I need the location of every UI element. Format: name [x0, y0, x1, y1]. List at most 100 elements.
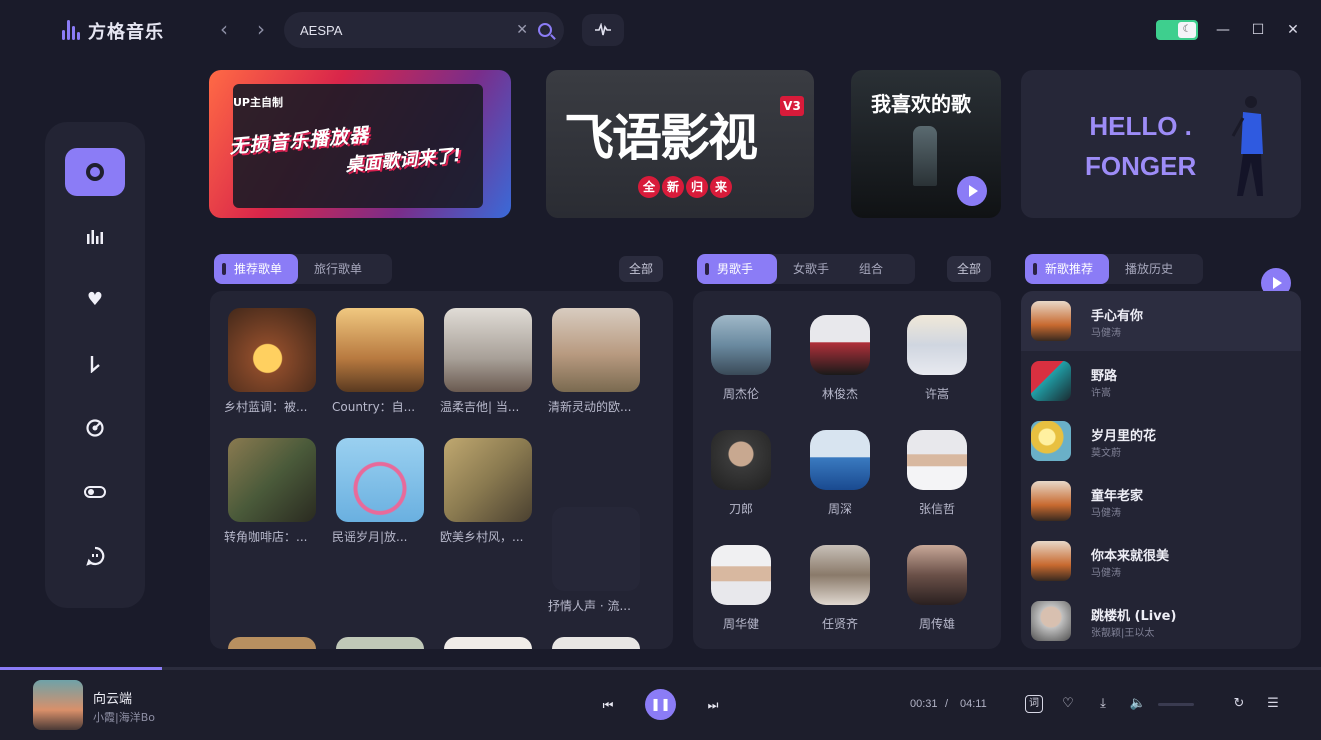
song-row[interactable]: 岁月里的花 莫文蔚 — [1021, 411, 1301, 471]
banner-subtitle: 全 新 归 来 — [638, 176, 732, 198]
now-playing-cover[interactable] — [33, 680, 83, 730]
song-row[interactable]: 野路 许嵩 — [1021, 351, 1301, 411]
singer-card[interactable]: 许嵩 — [897, 315, 977, 402]
singer-avatar — [907, 430, 967, 490]
playlist-cover — [552, 507, 640, 591]
banner-player[interactable]: UP主自制 无损音乐播放器 桌面歌词来了! — [209, 70, 511, 218]
singer-card[interactable]: 周传雄 — [897, 545, 977, 632]
playlist-card[interactable]: 欧美乡村风，... — [440, 438, 532, 545]
singer-card[interactable]: 周深 — [800, 430, 880, 517]
singer-card[interactable]: 任贤齐 — [800, 545, 880, 632]
tab-recommended-playlists[interactable]: 推荐歌单 — [214, 254, 299, 284]
song-artist: 张靓颖|王以太 — [1091, 628, 1155, 639]
playlist-card[interactable] — [552, 637, 640, 649]
banner-hello[interactable]: HELLO . FONGER — [1021, 70, 1301, 218]
next-icon[interactable]: ⏭ — [704, 696, 722, 714]
tab-male-singers[interactable]: 男歌手 — [697, 254, 777, 284]
playlist-cover — [228, 438, 316, 522]
playlist-cover — [228, 308, 316, 392]
progress-fill — [0, 667, 163, 670]
sidebar-item-charts[interactable] — [65, 212, 125, 260]
song-title: 你本来就很美 — [1091, 549, 1170, 564]
singers-all-button[interactable]: 全部 — [947, 256, 992, 282]
song-cover — [1031, 481, 1071, 521]
song-artist: 马健涛 — [1091, 568, 1121, 579]
singer-name: 周传雄 — [918, 617, 955, 631]
singer-card[interactable]: 林俊杰 — [800, 315, 880, 402]
search-bar: ✕ — [284, 12, 564, 48]
playlist-card[interactable]: 温柔吉他| 当... — [440, 308, 532, 415]
sidebar-item-radio[interactable] — [65, 404, 125, 452]
volume-slider[interactable] — [1158, 703, 1194, 706]
song-cover — [1031, 361, 1071, 401]
pulse-icon — [595, 23, 611, 36]
playlist-card[interactable]: 抒情人声 · 流... — [548, 507, 640, 614]
close-icon[interactable]: ✕ — [1281, 18, 1305, 42]
sidebar-item-discover[interactable] — [65, 148, 125, 196]
singer-card[interactable]: 刀郎 — [701, 430, 781, 517]
playlist-name: 清新灵动的欧... — [548, 400, 632, 414]
playlists-all-button[interactable]: 全部 — [619, 256, 664, 282]
listen-recognize-button[interactable] — [582, 14, 624, 46]
sidebar-item-downloads[interactable] — [65, 340, 125, 388]
heart-icon[interactable]: ♡ — [1059, 695, 1077, 713]
playlist-card[interactable]: 民谣岁月|放... — [332, 438, 424, 545]
search-icon[interactable] — [538, 23, 552, 37]
toggle-icon — [84, 486, 106, 498]
song-row[interactable]: 手心有你 马健涛 — [1021, 291, 1301, 351]
sidebar-item-favorites[interactable]: ♥ — [65, 276, 125, 324]
playlist-card[interactable]: 乡村蓝调：被... — [224, 308, 316, 415]
playlist-card[interactable] — [444, 637, 532, 649]
playlist-cover — [336, 308, 424, 392]
sidebar-item-settings[interactable] — [65, 468, 125, 516]
banner-liked-songs[interactable]: 我喜欢的歌 — [851, 70, 1001, 218]
maximize-icon[interactable]: ☐ — [1246, 18, 1270, 42]
theme-toggle[interactable]: ☾ — [1156, 20, 1198, 40]
playlist-cover — [228, 637, 316, 649]
app-name: 方格音乐 — [88, 22, 164, 43]
loop-icon[interactable]: ↻ — [1230, 695, 1248, 713]
song-title: 童年老家 — [1091, 489, 1144, 504]
playlist-name: 民谣岁月|放... — [332, 530, 408, 544]
previous-icon[interactable]: ⏮ — [599, 696, 617, 714]
clear-icon[interactable]: ✕ — [516, 22, 528, 38]
volume-icon[interactable]: 🔈 — [1129, 695, 1147, 713]
playlist-card[interactable]: Country：自... — [332, 308, 424, 415]
minimize-icon[interactable]: — — [1211, 18, 1235, 42]
playlist-cover — [444, 438, 532, 522]
singer-card[interactable]: 张信哲 — [897, 430, 977, 517]
song-row[interactable]: 你本来就很美 马健涛 — [1021, 531, 1301, 591]
tab-groups[interactable]: 组合 — [845, 254, 897, 284]
song-row[interactable]: 跳楼机 (Live) 张靓颖|王以太 — [1021, 591, 1301, 649]
tab-travel-playlists[interactable]: 旅行歌单 — [298, 254, 378, 284]
play-button[interactable] — [957, 176, 987, 206]
playlist-cover — [444, 308, 532, 392]
song-title: 手心有你 — [1091, 309, 1144, 324]
tab-play-history[interactable]: 播放历史 — [1109, 254, 1189, 284]
singer-card[interactable]: 周华健 — [701, 545, 781, 632]
sidebar-item-about[interactable] — [65, 532, 125, 580]
search-input[interactable] — [300, 22, 517, 38]
playlist-card[interactable]: 清新灵动的欧... — [548, 308, 640, 415]
progress-track[interactable] — [0, 667, 1321, 670]
tab-new-songs[interactable]: 新歌推荐 — [1025, 254, 1110, 284]
playlist-queue-icon[interactable]: ☰ — [1264, 695, 1282, 713]
download-icon[interactable]: ⤓ — [1094, 695, 1112, 713]
song-title: 野路 — [1091, 369, 1118, 384]
playlist-card[interactable]: 转角咖啡店：... — [224, 438, 316, 545]
banner-movies[interactable]: 飞语影视 V3 全 新 归 来 — [546, 70, 814, 218]
tab-female-singers[interactable]: 女歌手 — [777, 254, 845, 284]
astronaut-image — [913, 126, 937, 186]
pause-button[interactable]: ❚❚ — [645, 689, 676, 720]
playlist-card[interactable] — [228, 637, 316, 649]
lyrics-toggle[interactable]: 词 — [1025, 695, 1043, 713]
song-row[interactable]: 童年老家 马健涛 — [1021, 471, 1301, 531]
singer-tabs: 男歌手 女歌手 组合 — [697, 254, 915, 284]
singer-card[interactable]: 周杰伦 — [701, 315, 781, 402]
back-icon[interactable]: ‹ — [214, 19, 234, 40]
forward-icon[interactable]: › — [251, 19, 271, 40]
heart-icon: ♥ — [86, 289, 104, 310]
singer-avatar — [810, 315, 870, 375]
song-cover — [1031, 601, 1071, 641]
playlist-card[interactable] — [336, 637, 424, 649]
